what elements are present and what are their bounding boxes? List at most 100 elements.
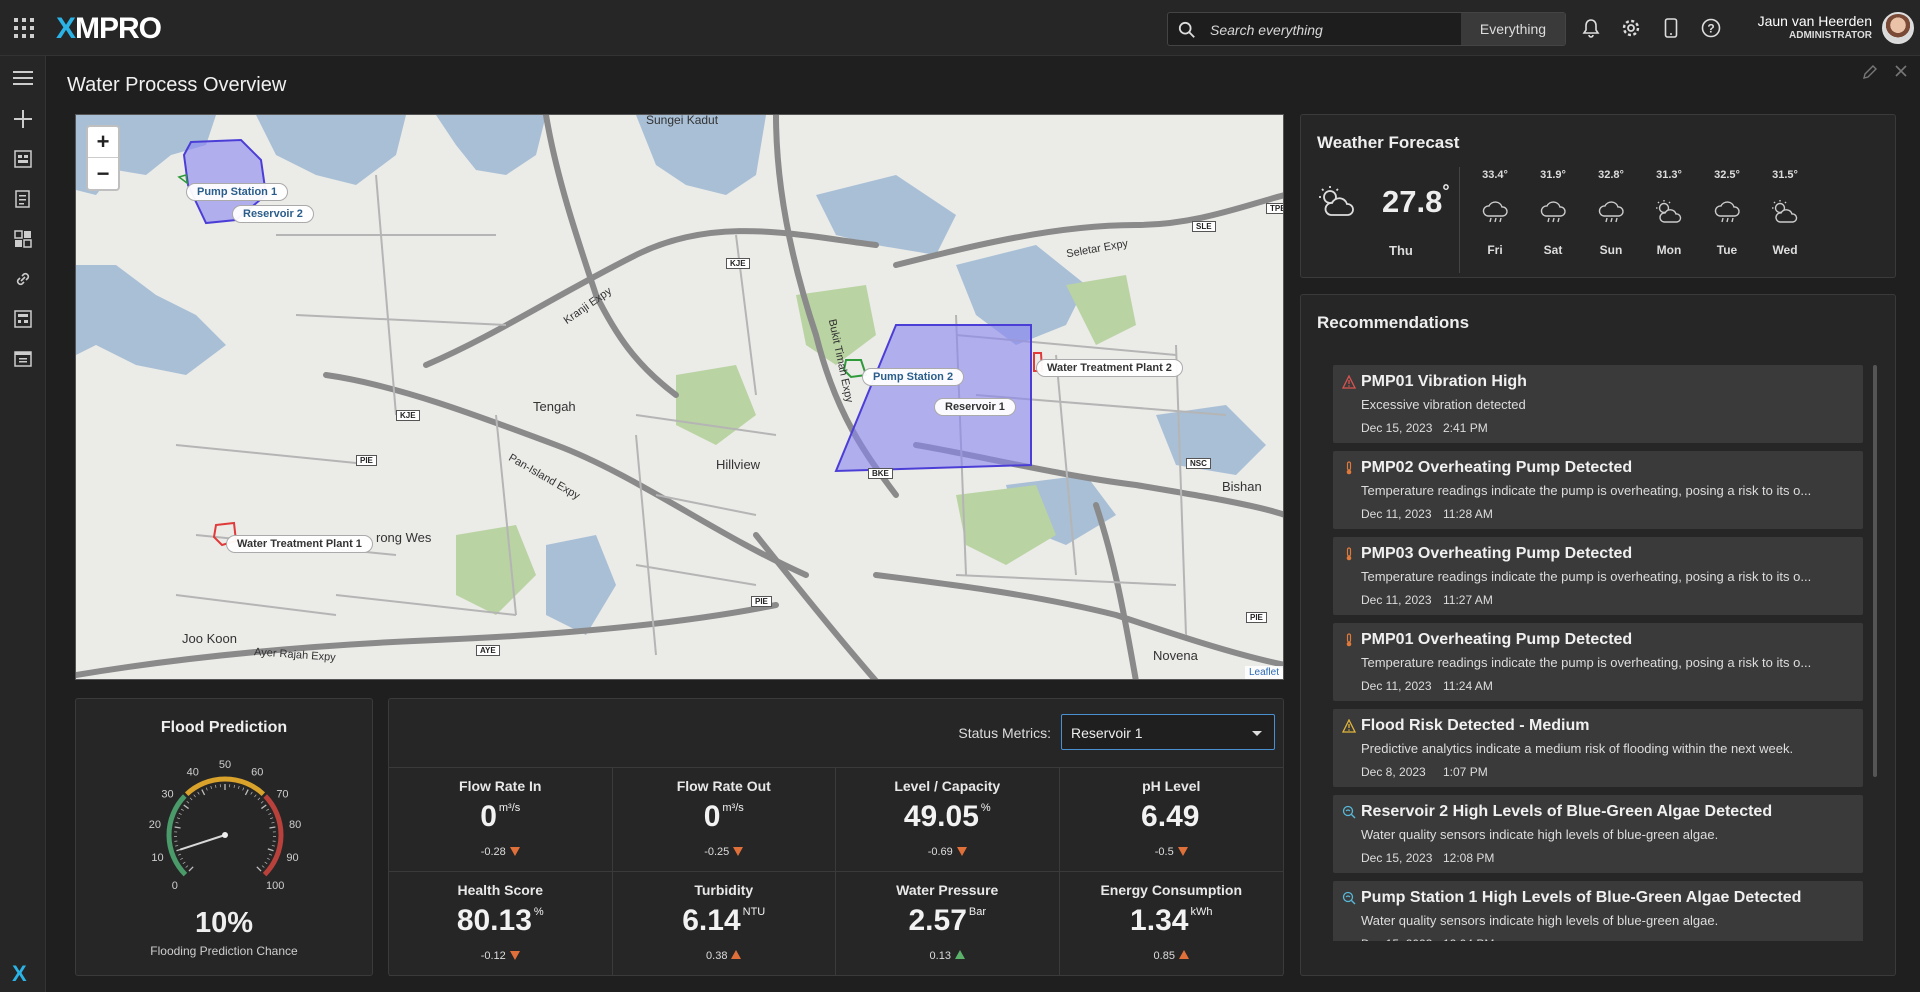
- recommendation-item[interactable]: Reservoir 2 High Levels of Blue-Green Al…: [1333, 795, 1863, 873]
- asset-label-pump-station-1[interactable]: Pump Station 1: [186, 183, 289, 201]
- metric-label: Level / Capacity: [894, 778, 1001, 794]
- gauge-tick: [271, 845, 275, 847]
- trend-down-icon: [1177, 847, 1188, 856]
- rain-cloud-icon: [1540, 201, 1566, 223]
- forecast-day-name: Sat: [1543, 243, 1563, 257]
- gauge-tick: [260, 801, 264, 804]
- metric-value: 49.05%: [903, 800, 991, 833]
- help-icon[interactable]: ?: [1700, 17, 1722, 39]
- gauge-tick: [270, 817, 274, 820]
- brand-x-logo[interactable]: X: [12, 961, 27, 987]
- asset-label-reservoir-1[interactable]: Reservoir 1: [934, 398, 1016, 416]
- calculator-icon[interactable]: [12, 308, 34, 330]
- bell-icon[interactable]: [1580, 17, 1602, 39]
- user-info[interactable]: Jaun van Heerden ADMINISTRATOR: [1752, 13, 1872, 41]
- hamburger-menu-icon[interactable]: [12, 67, 34, 89]
- chevron-down-icon: [1252, 731, 1262, 736]
- road-shield: SLE: [1192, 221, 1216, 232]
- trend-down-icon: [509, 847, 520, 856]
- place-label: rong Wes: [376, 530, 432, 545]
- forecast-day-name: Mon: [1656, 243, 1682, 257]
- recommendation-item[interactable]: PMP01 Overheating Pump Detected Temperatu…: [1333, 623, 1863, 701]
- asset-selector-dropdown[interactable]: Reservoir 1: [1061, 714, 1275, 750]
- gauge-tick: [176, 817, 180, 820]
- warning-icon: [1341, 718, 1357, 733]
- zoom-out-button[interactable]: −: [88, 158, 118, 189]
- forecast-day: 32.5° Tue: [1702, 169, 1752, 257]
- partly-cloudy-icon: [1772, 200, 1798, 223]
- gauge-band: [166, 794, 188, 877]
- metric-card: pH Level 6.49 -0.5: [1059, 768, 1283, 872]
- gauge-tick-label: 90: [286, 852, 298, 864]
- recommendation-item[interactable]: Pump Station 1 High Levels of Blue-Green…: [1333, 881, 1863, 941]
- gauge-tick: [271, 821, 275, 824]
- recommendation-item[interactable]: Flood Risk Detected - Medium Predictive a…: [1333, 709, 1863, 787]
- metric-unit: m³/s: [722, 802, 744, 814]
- app-logo[interactable]: XMPRO: [56, 12, 162, 46]
- rain-cloud-icon: [1714, 201, 1740, 223]
- metric-value: 6.49: [1141, 800, 1200, 833]
- recommendation-title: PMP01 Vibration High: [1361, 373, 1527, 390]
- gauge-tick: [178, 853, 182, 856]
- recommendations-scrollbar[interactable]: [1873, 365, 1877, 777]
- asset-label-pump-station-2[interactable]: Pump Station 2: [862, 368, 965, 386]
- apps-grid-icon[interactable]: [14, 18, 34, 38]
- flood-label: Flooding Prediction Chance: [150, 944, 298, 958]
- gauge-tick: [268, 853, 272, 856]
- recommendation-time: 12:04 PM: [1443, 937, 1494, 941]
- gear-icon[interactable]: [1620, 17, 1642, 39]
- forecast-day: 32.8° Sun: [1586, 169, 1636, 257]
- metric-delta: -0.69: [836, 846, 1059, 858]
- data-table-icon[interactable]: [12, 348, 34, 370]
- link-icon[interactable]: [12, 268, 34, 290]
- add-icon[interactable]: [12, 108, 34, 130]
- trend-up-icon: [731, 950, 742, 959]
- recommendation-description: Water quality sensors indicate high leve…: [1361, 913, 1719, 928]
- dashboard-icon[interactable]: [12, 148, 34, 170]
- recommendation-date: Dec 11, 2023: [1361, 593, 1432, 607]
- gauge-needle: [179, 834, 226, 851]
- user-role: ADMINISTRATOR: [1789, 30, 1872, 41]
- pencil-icon[interactable]: [1862, 64, 1878, 85]
- forecast-day: 31.3° Mon: [1644, 169, 1694, 257]
- recommendation-description: Temperature readings indicate the pump i…: [1361, 483, 1812, 498]
- gauge-tick: [174, 826, 181, 829]
- metric-label: Water Pressure: [896, 882, 999, 898]
- mobile-device-icon[interactable]: [1660, 17, 1682, 39]
- gauge-tick: [261, 804, 267, 810]
- search-input[interactable]: Search everything: [1210, 22, 1323, 38]
- recommendation-item[interactable]: PMP03 Overheating Pump Detected Temperatu…: [1333, 537, 1863, 615]
- gauge-tick: [238, 785, 240, 790]
- metric-card: Flow Rate In 0 m³/s -0.28: [389, 768, 613, 872]
- map-attribution-link[interactable]: Leaflet: [1244, 666, 1283, 679]
- asset-label-water-treatment-plant-1[interactable]: Water Treatment Plant 1: [226, 535, 373, 553]
- recommendations-list[interactable]: PMP01 Vibration High Excessive vibration …: [1333, 365, 1863, 941]
- recommendation-item[interactable]: PMP02 Overheating Pump Detected Temperatu…: [1333, 451, 1863, 529]
- recommendation-time: 2:41 PM: [1443, 421, 1488, 435]
- gauge-tick: [264, 861, 268, 864]
- metric-label: Flow Rate In: [459, 778, 542, 794]
- recommendation-date: Dec 15, 2023: [1361, 421, 1433, 435]
- gauge-tick: [269, 826, 276, 829]
- metric-value: 0 m³/s: [480, 800, 521, 833]
- asset-map[interactable]: + − Pump Station 1 Reservoir 2 Pump Stat…: [75, 114, 1284, 680]
- road-shield: NSC: [1186, 458, 1211, 469]
- avatar[interactable]: [1882, 12, 1914, 44]
- recommendation-title: Flood Risk Detected - Medium: [1361, 717, 1590, 734]
- search-box[interactable]: Search everything Everything: [1167, 12, 1566, 46]
- forecast-day-name: Fri: [1487, 243, 1503, 257]
- gauge-tick: [244, 789, 249, 796]
- asset-label-reservoir-2[interactable]: Reservoir 2: [232, 205, 314, 223]
- zoom-in-button[interactable]: +: [88, 127, 118, 158]
- metric-value: 1.34 kWh: [1130, 904, 1213, 937]
- metric-card: Flow Rate Out 0 m³/s -0.25: [612, 768, 836, 872]
- report-icon[interactable]: [12, 188, 34, 210]
- search-scope-button[interactable]: Everything: [1461, 13, 1565, 45]
- recommendation-item[interactable]: PMP01 Vibration High Excessive vibration …: [1333, 365, 1863, 443]
- gauge-hub: [222, 832, 228, 838]
- road-shield: BKE: [868, 468, 893, 479]
- widgets-icon[interactable]: [12, 228, 34, 250]
- recommendation-title: PMP03 Overheating Pump Detected: [1361, 545, 1633, 562]
- asset-label-water-treatment-plant-2[interactable]: Water Treatment Plant 2: [1036, 359, 1183, 377]
- close-icon[interactable]: [1894, 64, 1908, 83]
